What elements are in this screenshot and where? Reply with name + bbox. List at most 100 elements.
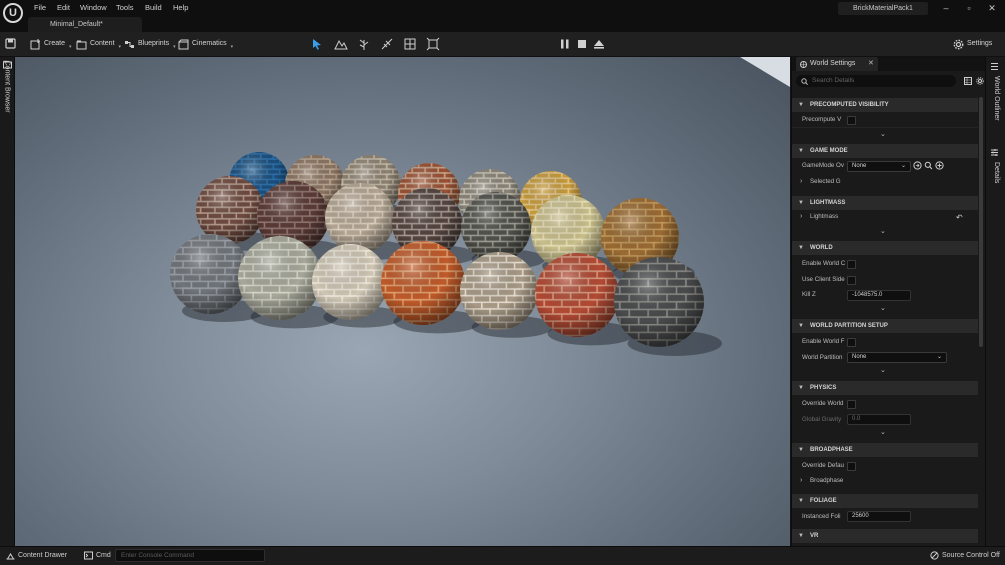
advanced-expand-icon[interactable]: ⌄ [880, 304, 886, 312]
landscape-mode-icon[interactable] [334, 37, 348, 51]
details-icon[interactable] [990, 148, 999, 159]
override-world-gravity-checkbox[interactable] [847, 400, 856, 409]
expand-lightmass-icon[interactable]: › [800, 213, 802, 220]
right-dock-strip [985, 57, 1005, 546]
content-button[interactable]: Content ▾ [76, 37, 121, 51]
precompute-visibility-checkbox[interactable] [847, 116, 856, 125]
sphere-shading [325, 183, 395, 253]
world-settings-tab[interactable]: World Settings ✕ [796, 57, 878, 71]
pause-icon[interactable] [558, 37, 572, 51]
global-gravity-field[interactable]: 0.0 [847, 414, 911, 425]
section-precomputed-visibility[interactable]: ▼ PRECOMPUTED VISIBILITY [792, 98, 978, 112]
advanced-expand-icon[interactable]: ⌄ [880, 366, 886, 374]
sphere-shading [170, 234, 250, 314]
section-world-partition-setup[interactable]: ▼ WORLD PARTITION SETUP [792, 319, 978, 333]
browse-asset-icon[interactable] [913, 161, 922, 172]
menu-edit[interactable]: Edit [57, 3, 70, 12]
sphere-shading [238, 236, 322, 320]
panel-settings-gear-icon[interactable] [976, 77, 984, 87]
sphere-shading [381, 241, 465, 325]
cinematics-button[interactable]: Cinematics ▾ [178, 37, 233, 51]
broadphase-label[interactable]: Broadphase [810, 474, 860, 488]
reset-to-default-icon[interactable]: ↶ [956, 213, 963, 222]
menu-file[interactable]: File [34, 3, 46, 12]
cmd-button[interactable]: Cmd [84, 550, 111, 561]
material-sphere-group [170, 152, 722, 356]
kill-z-label: Kill Z [802, 291, 816, 298]
section-game-mode[interactable]: ▼ GAME MODE [792, 144, 978, 158]
use-client-side-label: Use Client Side [802, 276, 845, 283]
maximize-icon[interactable]: ▫ [959, 2, 979, 15]
advanced-expand-icon[interactable]: ⌄ [880, 227, 886, 235]
override-default-broadphase-label: Override Defau [802, 462, 844, 469]
instanced-foliage-field[interactable]: 25600 [847, 511, 911, 522]
menu-help[interactable]: Help [173, 3, 188, 12]
enable-world-partition-label: Enable World F [802, 338, 845, 345]
menu-build[interactable]: Build [145, 3, 162, 12]
sphere-shading [196, 176, 264, 244]
modeling-mode-icon[interactable] [426, 37, 440, 51]
kill-z-field[interactable]: -1048575.0 [847, 290, 911, 301]
details-tab[interactable]: Details [993, 162, 1000, 183]
section-vr[interactable]: ▼ VR [792, 529, 978, 543]
add-asset-icon[interactable] [935, 161, 944, 172]
world-partition-combo[interactable]: None ⌄ [847, 352, 947, 363]
select-mode-icon[interactable] [310, 37, 324, 51]
enable-world-partition-checkbox[interactable] [847, 338, 856, 347]
settings-button[interactable]: Settings [953, 37, 992, 51]
world-outliner-icon[interactable] [990, 62, 999, 73]
level-tab[interactable]: Minimal_Default* [28, 17, 142, 32]
content-icon [76, 40, 87, 49]
section-broadphase[interactable]: ▼ BROADPHASE [792, 443, 978, 457]
find-asset-icon[interactable] [924, 161, 933, 172]
gear-icon [953, 39, 964, 49]
sphere-shading [460, 252, 538, 330]
content-drawer-button[interactable]: Content Drawer [6, 550, 67, 561]
blueprints-button[interactable]: Blueprints ▾ [124, 37, 176, 51]
sphere-shading [535, 253, 619, 337]
section-world[interactable]: ▼ WORLD [792, 241, 978, 255]
stop-icon[interactable] [575, 37, 589, 51]
section-lightmass[interactable]: ▼ LIGHTMASS [792, 196, 978, 210]
create-button[interactable]: Create ▾ [30, 37, 72, 51]
search-icon [801, 78, 808, 87]
cmd-icon [84, 551, 93, 560]
menu-tools[interactable]: Tools [116, 3, 134, 12]
content-browser-tab[interactable]: Content Browser [4, 61, 11, 131]
expand-broadphase-icon[interactable]: › [800, 477, 802, 484]
world-outliner-tab[interactable]: World Outliner [993, 76, 1000, 121]
advanced-expand-icon[interactable]: ⌄ [880, 428, 886, 436]
minimize-icon[interactable]: – [936, 2, 956, 15]
enable-world-composition-label: Enable World C [802, 260, 846, 267]
eject-icon[interactable] [592, 37, 606, 51]
cinematics-icon [178, 39, 189, 49]
override-default-broadphase-checkbox[interactable] [847, 462, 856, 471]
unreal-logo-icon[interactable]: U [3, 3, 23, 23]
advanced-expand-icon[interactable]: ⌄ [880, 130, 886, 138]
lightmass-label[interactable]: Lightmass [810, 210, 860, 224]
use-client-side-checkbox[interactable] [847, 276, 856, 285]
mesh-paint-mode-icon[interactable] [380, 37, 394, 51]
gamemode-override-combo[interactable]: None ⌄ [847, 161, 911, 172]
close-tab-icon[interactable]: ✕ [868, 57, 874, 71]
source-control-button[interactable]: Source Control Off [930, 550, 1000, 561]
menu-window[interactable]: Window [80, 3, 107, 12]
precompute-visibility-label: Precompute V [802, 116, 842, 123]
save-icon[interactable] [5, 38, 16, 49]
section-foliage[interactable]: ▼ FOLIAGE [792, 494, 978, 508]
project-name: BrickMaterialPack1 [838, 2, 928, 15]
source-control-icon [930, 551, 939, 560]
console-command-input[interactable]: Enter Console Command [115, 549, 265, 562]
search-details-input[interactable]: Search Details [796, 75, 956, 87]
level-viewport[interactable] [15, 57, 790, 546]
enable-world-composition-checkbox[interactable] [847, 260, 856, 269]
foliage-mode-icon[interactable] [357, 37, 371, 51]
section-physics[interactable]: ▼ PHYSICS [792, 381, 978, 395]
content-drawer-icon [6, 553, 15, 560]
fracture-mode-icon[interactable] [403, 37, 417, 51]
close-icon[interactable]: ✕ [982, 2, 1002, 15]
panel-scrollbar[interactable] [979, 97, 983, 347]
grid-view-icon[interactable] [964, 77, 972, 87]
selected-gamemode-label[interactable]: Selected G [810, 175, 860, 189]
expand-selected-gamemode-icon[interactable]: › [800, 178, 802, 185]
